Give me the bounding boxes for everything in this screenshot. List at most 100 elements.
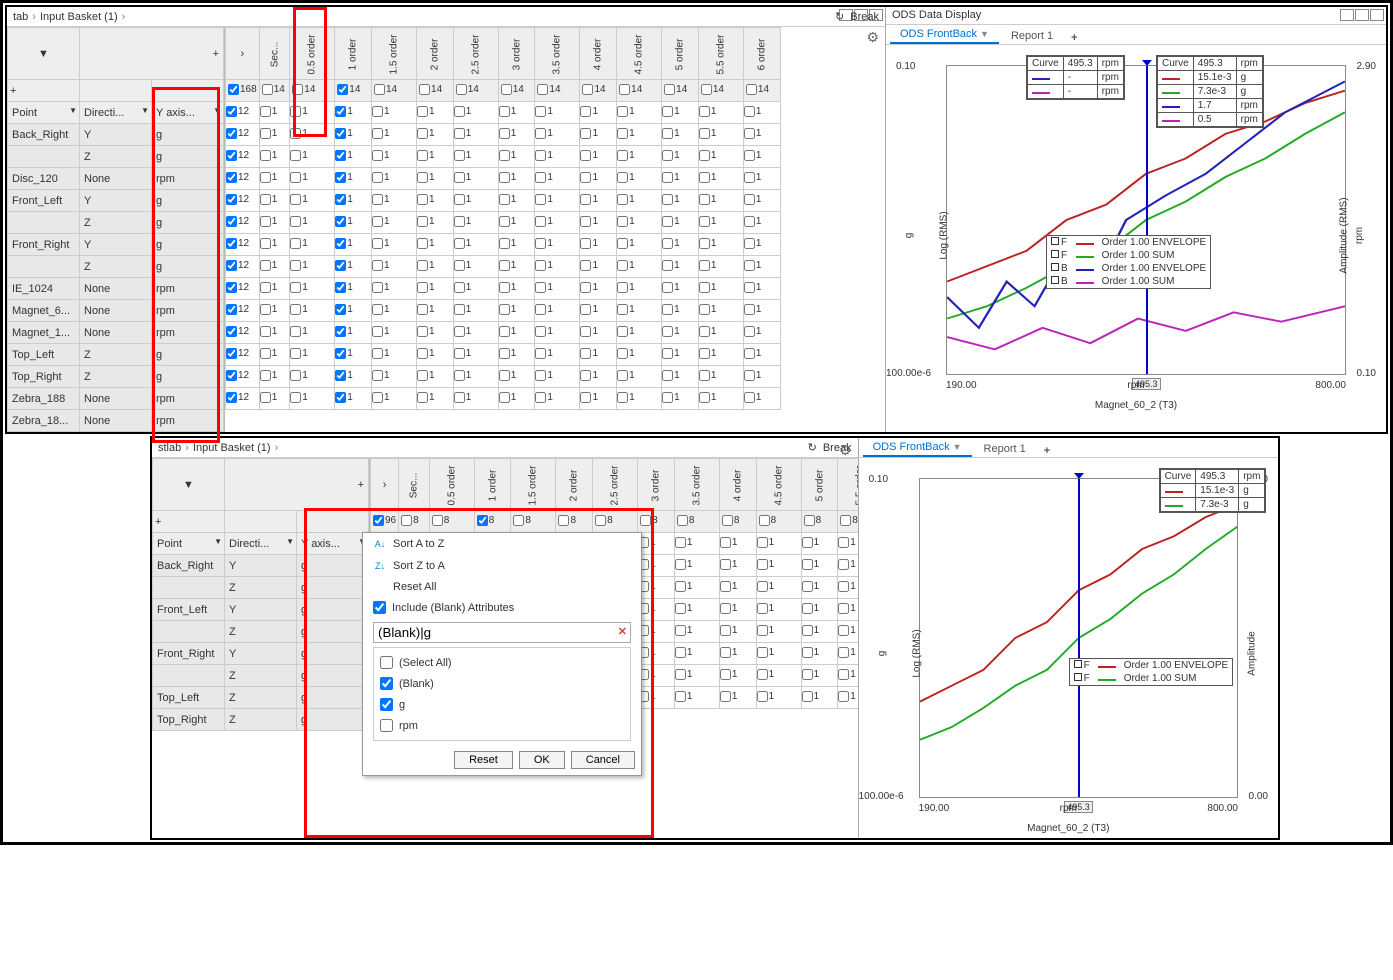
cell-checkbox[interactable]: 1: [802, 581, 820, 592]
order-sum-checkbox[interactable]: 14: [664, 84, 687, 95]
order-sum-checkbox[interactable]: 8: [840, 515, 857, 526]
cell-checkbox[interactable]: 1: [757, 691, 775, 702]
add-button[interactable]: +: [213, 48, 219, 60]
cell-checkbox[interactable]: 1: [290, 194, 308, 205]
cell-checkbox[interactable]: 1: [417, 348, 435, 359]
cell-checkbox[interactable]: 1: [372, 216, 390, 227]
order-sum-checkbox[interactable]: 14: [619, 84, 642, 95]
cell-checkbox[interactable]: 1: [499, 282, 517, 293]
order-sum-checkbox[interactable]: 8: [677, 515, 695, 526]
cell-checkbox[interactable]: 1: [417, 304, 435, 315]
ok-button[interactable]: OK: [519, 751, 565, 769]
cell-checkbox[interactable]: 1: [454, 150, 472, 161]
cell-checkbox[interactable]: 1: [290, 238, 308, 249]
order-sum-checkbox[interactable]: 14: [537, 84, 560, 95]
sort-za[interactable]: Z↓Sort Z to A: [363, 555, 641, 577]
cell-checkbox[interactable]: 1: [535, 370, 553, 381]
cell-checkbox[interactable]: 1: [335, 260, 353, 271]
cell-checkbox[interactable]: 1: [454, 128, 472, 139]
cell-checkbox[interactable]: 1: [744, 216, 762, 227]
cell-checkbox[interactable]: 1: [662, 348, 680, 359]
cell-checkbox[interactable]: 1: [417, 150, 435, 161]
cell-checkbox[interactable]: 1: [535, 106, 553, 117]
break-button[interactable]: Break: [850, 11, 879, 23]
cell-checkbox[interactable]: 1: [580, 260, 598, 271]
cell-checkbox[interactable]: 1: [290, 282, 308, 293]
chart-cursor[interactable]: 495.3: [1078, 479, 1080, 797]
cell-checkbox[interactable]: 1: [699, 128, 717, 139]
cell-checkbox[interactable]: 1: [720, 603, 738, 614]
add-row-button[interactable]: +: [155, 516, 161, 528]
cell-checkbox[interactable]: 1: [499, 216, 517, 227]
order-header[interactable]: 5 order: [801, 459, 838, 511]
cell-checkbox[interactable]: 1: [744, 238, 762, 249]
cell-checkbox[interactable]: 1: [417, 260, 435, 271]
cell-checkbox[interactable]: 1: [580, 370, 598, 381]
cell-checkbox[interactable]: 1: [699, 194, 717, 205]
sum-checkbox[interactable]: 96: [373, 515, 396, 526]
col-direction[interactable]: Directi...▼: [225, 533, 297, 555]
cell-checkbox[interactable]: 1: [580, 348, 598, 359]
cell-checkbox[interactable]: 1: [454, 282, 472, 293]
cell-checkbox[interactable]: 1: [675, 537, 693, 548]
cell-checkbox[interactable]: 1: [699, 106, 717, 117]
chart-cursor[interactable]: 495.3: [1146, 66, 1148, 374]
order-header[interactable]: 3 order: [638, 459, 675, 511]
cell-checkbox[interactable]: 1: [372, 238, 390, 249]
cell-checkbox[interactable]: 1: [675, 647, 693, 658]
order-header[interactable]: 4.5 order: [756, 459, 801, 511]
cell-checkbox[interactable]: 1: [417, 282, 435, 293]
cell-checkbox[interactable]: 1: [335, 392, 353, 403]
cell-checkbox[interactable]: 1: [454, 260, 472, 271]
cell-checkbox[interactable]: 1: [720, 625, 738, 636]
tab-report1[interactable]: Report 1: [974, 441, 1036, 457]
cell-checkbox[interactable]: 1: [499, 348, 517, 359]
cell-checkbox[interactable]: 1: [757, 581, 775, 592]
cell-checkbox[interactable]: 1: [335, 326, 353, 337]
cell-checkbox[interactable]: 1: [454, 304, 472, 315]
cell-checkbox[interactable]: 1: [617, 370, 635, 381]
refresh-icon[interactable]: ↻: [835, 10, 844, 23]
cell-checkbox[interactable]: 1: [699, 370, 717, 381]
cell-checkbox[interactable]: 1: [260, 392, 278, 403]
filter-option[interactable]: (Blank): [378, 673, 626, 694]
order-sum-checkbox[interactable]: 14: [746, 84, 769, 95]
cell-checkbox[interactable]: 1: [499, 150, 517, 161]
cell-checkbox[interactable]: 1: [744, 370, 762, 381]
cell-checkbox[interactable]: 1: [675, 625, 693, 636]
filter-option[interactable]: rpm: [378, 715, 626, 736]
cell-checkbox[interactable]: 1: [675, 669, 693, 680]
cell-checkbox[interactable]: 1: [335, 106, 353, 117]
cell-checkbox[interactable]: 1: [290, 106, 308, 117]
cell-checkbox[interactable]: 1: [744, 128, 762, 139]
cell-checkbox[interactable]: 1: [499, 128, 517, 139]
cell-checkbox[interactable]: 1: [802, 691, 820, 702]
cell-checkbox[interactable]: 1: [802, 669, 820, 680]
cell-checkbox[interactable]: 1: [260, 238, 278, 249]
cell-checkbox[interactable]: 1: [662, 282, 680, 293]
clear-icon[interactable]: ✕: [618, 625, 627, 638]
cell-checkbox[interactable]: 1: [454, 392, 472, 403]
cell-checkbox[interactable]: 1: [260, 172, 278, 183]
order-header[interactable]: 4 order: [580, 28, 617, 80]
row-checkbox[interactable]: 12: [226, 326, 249, 337]
cell-checkbox[interactable]: 1: [454, 238, 472, 249]
cell-checkbox[interactable]: 1: [580, 106, 598, 117]
tab-ods[interactable]: ODS FrontBack▼: [890, 26, 999, 44]
include-blank-checkbox[interactable]: [373, 601, 386, 614]
cell-checkbox[interactable]: 1: [499, 260, 517, 271]
cell-checkbox[interactable]: 1: [499, 326, 517, 337]
row-checkbox[interactable]: 12: [226, 106, 249, 117]
col-point[interactable]: Point▼: [8, 102, 80, 124]
cell-checkbox[interactable]: 1: [744, 392, 762, 403]
filter-option-checkbox[interactable]: [380, 698, 393, 711]
order-sum-checkbox[interactable]: 8: [722, 515, 740, 526]
order-sum-checkbox[interactable]: 14: [374, 84, 397, 95]
order-sum-checkbox[interactable]: 14: [456, 84, 479, 95]
order-header[interactable]: 2.5 order: [593, 459, 638, 511]
row-checkbox[interactable]: 12: [226, 216, 249, 227]
cell-checkbox[interactable]: 1: [260, 194, 278, 205]
order-sum-checkbox[interactable]: 14: [701, 84, 724, 95]
cell-checkbox[interactable]: 1: [290, 326, 308, 337]
cell-checkbox[interactable]: 1: [617, 238, 635, 249]
